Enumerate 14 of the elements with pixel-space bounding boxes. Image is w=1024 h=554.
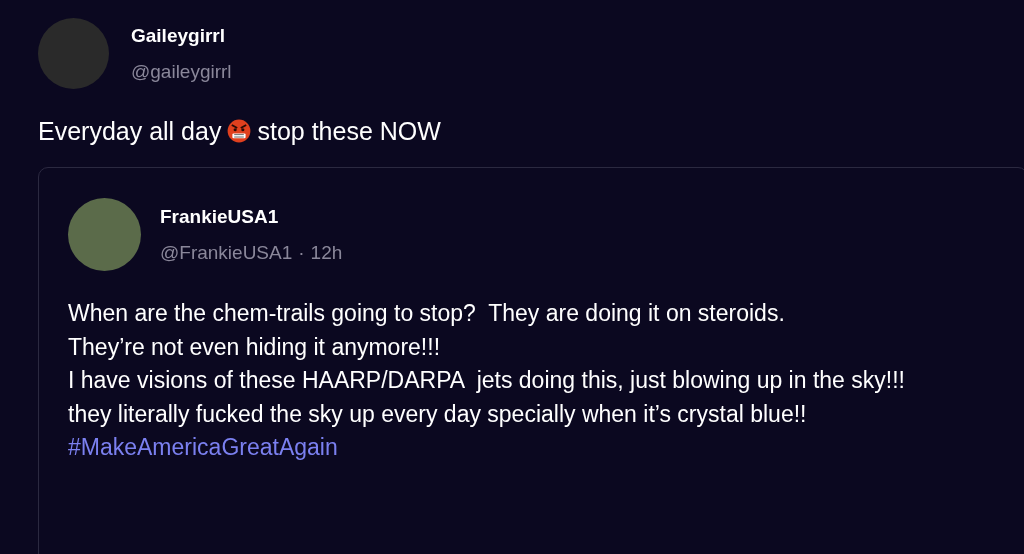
quote-text-line: They’re not even hiding it anymore!!! — [68, 332, 442, 362]
user-handle[interactable]: @FrankieUSA1 — [160, 241, 293, 264]
quote-text-line: When are the chem-trails going to stop? They are doing it on steroids. — [68, 299, 786, 328]
display-name[interactable]: FrankieUSA1 — [160, 205, 343, 228]
post-text: Everyday all day — [38, 116, 222, 146]
quote-text-line: I have visions of these HAARP/DARPA jets doing this, just blowing up in the sky!!! — [68, 366, 906, 395]
post-time[interactable]: 12h — [310, 241, 343, 264]
post-text: stop these NOW — [257, 116, 441, 146]
user-handle[interactable]: @gaileygirrl — [131, 60, 232, 83]
display-name[interactable]: Gaileygirrl — [131, 24, 232, 47]
separator-dot: · — [298, 241, 305, 264]
quote-text-line: they literally fucked the sky up every day specially when it’s crystal blue!! — [68, 399, 808, 429]
angry-face-icon — [227, 119, 252, 143]
hashtag-link[interactable]: #MakeAmericaGreatAgain — [68, 431, 338, 465]
